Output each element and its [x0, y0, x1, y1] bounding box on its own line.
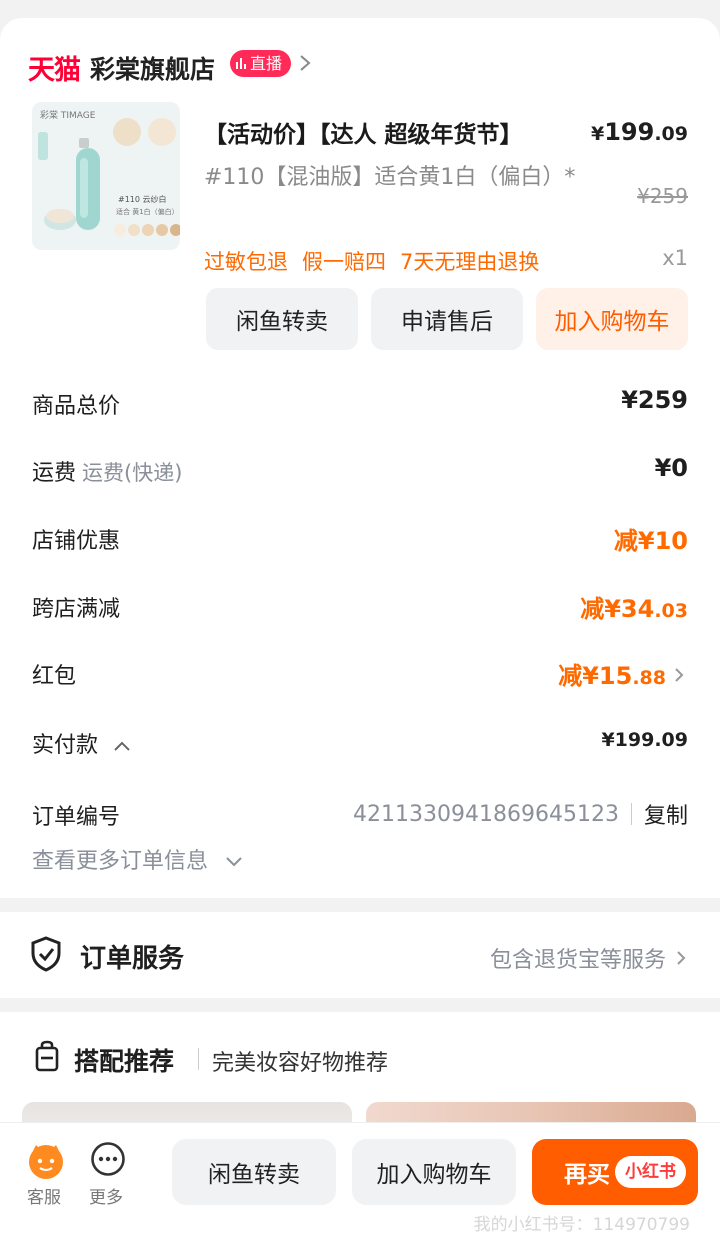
redpack-prefix: 减: [558, 662, 583, 690]
bottom-add-cart-button[interactable]: 加入购物车: [352, 1139, 516, 1205]
chevron-down-icon: [226, 857, 242, 867]
redpack-label: 红包: [32, 664, 77, 689]
buy-again-label: 再买: [564, 1162, 610, 1188]
after-sales-button[interactable]: 申请售后: [371, 288, 523, 350]
paid-label: 实付款: [32, 733, 99, 758]
goods-total-value: ¥259: [621, 386, 688, 414]
order-service-card[interactable]: 订单服务 包含退货宝等服务: [0, 912, 720, 998]
product-brand-text: 彩棠 TIMAGE: [40, 109, 96, 121]
service-tags[interactable]: 过敏包退 假一赔四 7天无理由退换: [204, 246, 539, 276]
cross-dec: .03: [654, 600, 688, 622]
chevron-up-icon[interactable]: [113, 740, 131, 752]
customer-service-label[interactable]: 客服: [27, 1183, 61, 1208]
buy-again-button[interactable]: 再买 小红书: [532, 1139, 698, 1205]
currency-symbol: ¥: [590, 123, 605, 145]
paid-row[interactable]: 实付款: [32, 727, 131, 759]
cross-prefix: 减: [580, 595, 605, 623]
product-caption-2: 适合 黄1白（偏白）: [116, 207, 179, 216]
order-number-group: 4211330941869645123 复制: [353, 798, 688, 830]
paid-value: ¥199.09: [601, 722, 688, 753]
order-number: 4211330941869645123: [353, 801, 619, 827]
redpack-dec: .88: [632, 667, 666, 689]
discount-amount: ¥10: [637, 527, 688, 555]
original-price: ¥259: [637, 184, 688, 208]
shipping-method: 运费(快递): [82, 461, 183, 485]
watermark: 我的小红书号：114970799: [473, 1215, 690, 1235]
store-discount-value: 减¥10: [614, 521, 688, 556]
chevron-right-icon[interactable]: [298, 53, 312, 73]
product-image[interactable]: 彩棠 TIMAGE #110 云纱白 适合 黄1白（偏白）: [32, 102, 180, 250]
shield-icon: [31, 936, 61, 972]
add-to-cart-button[interactable]: 加入购物车: [536, 288, 688, 350]
shipping-row: 运费 运费(快递): [32, 455, 182, 487]
service-detail-text: 包含退货宝等服务: [489, 948, 666, 973]
cross-int: ¥34: [604, 595, 655, 623]
redpack-int: ¥15: [582, 662, 633, 690]
quantity: x1: [662, 246, 688, 270]
tag-fake-compensation[interactable]: 假一赔四: [302, 246, 386, 276]
tag-7day-return[interactable]: 7天无理由退换: [400, 246, 539, 276]
price-int: 199: [604, 118, 655, 146]
product-price: ¥199.09: [591, 118, 688, 146]
cross-store-label: 跨店满减: [32, 597, 121, 622]
redpack-value[interactable]: 减¥15.88: [558, 656, 686, 691]
chevron-right-icon: [677, 951, 686, 965]
bag-icon: [35, 1040, 59, 1072]
order-number-label: 订单编号: [32, 805, 121, 830]
recommend-subtitle: 完美妆容好物推荐: [212, 1051, 389, 1076]
tmall-logo: 天猫: [28, 55, 81, 86]
chevron-right-icon: [675, 668, 684, 682]
store-discount-label: 店铺优惠: [32, 529, 121, 554]
bottom-xianyu-button[interactable]: 闲鱼转卖: [172, 1139, 336, 1205]
shipping-label: 运费: [32, 461, 77, 486]
more-label[interactable]: 更多: [89, 1183, 123, 1208]
more-icon[interactable]: [90, 1141, 126, 1177]
price-dec: .09: [654, 123, 688, 145]
live-bars-icon: [236, 58, 246, 69]
paid-dec: .09: [654, 729, 688, 751]
goods-total-label: 商品总价: [32, 394, 121, 419]
divider: [630, 803, 632, 825]
more-order-info[interactable]: 查看更多订单信息: [32, 843, 243, 875]
cross-store-value: 减¥34.03: [580, 589, 688, 624]
store-name[interactable]: 彩棠旗舰店: [90, 50, 215, 86]
discount-prefix: 减: [613, 527, 638, 555]
copy-button[interactable]: 复制: [644, 798, 688, 830]
xianyu-resell-button[interactable]: 闲鱼转卖: [206, 288, 358, 350]
customer-service-icon[interactable]: [26, 1141, 66, 1181]
live-label: 直播: [250, 54, 283, 73]
product-title[interactable]: 【活动价】【达人 超级年货节】: [204, 115, 523, 149]
recommend-title: 搭配推荐: [74, 1047, 175, 1076]
xiaohongshu-badge: 小红书: [615, 1156, 686, 1188]
product-caption: #110 云纱白: [118, 194, 167, 204]
product-variant: #110【混油版】适合黄1白（偏白）*: [204, 165, 576, 190]
divider: [198, 1048, 199, 1070]
tag-allergy-return[interactable]: 过敏包退: [204, 246, 288, 276]
live-badge[interactable]: 直播: [230, 50, 292, 77]
order-service-detail[interactable]: 包含退货宝等服务: [490, 942, 688, 974]
order-service-title: 订单服务: [80, 944, 185, 974]
paid-int: ¥199: [601, 729, 655, 751]
order-card: 天猫 彩棠旗舰店 直播 彩棠 TIMAGE #110 云纱白 适合 黄1白（偏白…: [0, 18, 720, 898]
more-order-info-label: 查看更多订单信息: [32, 849, 209, 874]
shipping-value: ¥0: [654, 454, 688, 482]
